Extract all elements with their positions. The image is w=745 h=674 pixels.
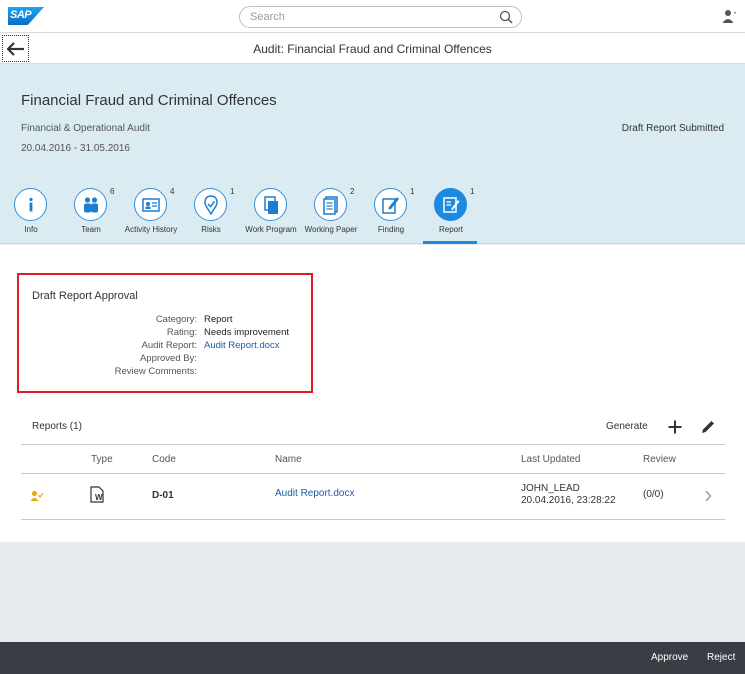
review-count: (0/0) bbox=[643, 489, 664, 500]
status-text: Draft Report Submitted bbox=[621, 123, 724, 134]
risks-icon bbox=[194, 188, 227, 221]
active-tab-indicator bbox=[423, 241, 477, 244]
field-category: Category: Report bbox=[19, 314, 309, 327]
working-paper-icon bbox=[314, 188, 347, 221]
edit-icon[interactable] bbox=[700, 419, 716, 435]
report-content: Draft Report Approval Category: Report R… bbox=[0, 245, 745, 542]
table-header: Type Code Name Last Updated Review bbox=[21, 444, 725, 474]
audit-date-range: 20.04.2016 - 31.05.2016 bbox=[21, 143, 130, 154]
field-label: Audit Report: bbox=[141, 340, 197, 351]
tab-work-program[interactable]: Work Program bbox=[240, 188, 302, 244]
report-code: D-01 bbox=[152, 490, 174, 501]
shell-bar: SAP bbox=[0, 0, 745, 33]
tab-count: 2 bbox=[350, 187, 355, 196]
field-review-comments: Review Comments: bbox=[19, 366, 309, 379]
team-icon bbox=[74, 188, 107, 221]
logo-text: SAP bbox=[10, 9, 32, 21]
field-approved-by: Approved By: bbox=[19, 353, 309, 366]
audit-report-link[interactable]: Audit Report.docx bbox=[204, 340, 280, 351]
field-audit-report: Audit Report: Audit Report.docx bbox=[19, 340, 309, 353]
page-title-bar: Audit: Financial Fraud and Criminal Offe… bbox=[0, 33, 745, 64]
column-header-code[interactable]: Code bbox=[152, 454, 176, 465]
search-box[interactable] bbox=[239, 6, 522, 28]
object-header: Financial Fraud and Criminal Offences Fi… bbox=[0, 64, 745, 244]
generate-button[interactable]: Generate bbox=[606, 421, 648, 432]
tab-count: 4 bbox=[170, 187, 175, 196]
user-approval-icon bbox=[30, 491, 44, 501]
audit-title: Financial Fraud and Criminal Offences bbox=[21, 92, 277, 109]
tab-report[interactable]: 1 Report bbox=[420, 187, 482, 244]
tab-count: 1 bbox=[230, 187, 235, 196]
column-header-last-updated[interactable]: Last Updated bbox=[521, 454, 581, 465]
field-label: Category: bbox=[155, 314, 197, 325]
tab-label: Report bbox=[438, 225, 463, 234]
user-icon[interactable] bbox=[721, 8, 737, 24]
search-input[interactable] bbox=[250, 10, 490, 24]
reject-button[interactable]: Reject bbox=[707, 652, 735, 663]
work-program-icon bbox=[254, 188, 287, 221]
tab-team[interactable]: 6 Team bbox=[60, 187, 122, 244]
tab-finding[interactable]: 1 Finding bbox=[360, 187, 422, 244]
add-icon[interactable] bbox=[667, 419, 683, 435]
word-document-icon: W bbox=[90, 486, 104, 503]
activity-history-icon bbox=[134, 188, 167, 221]
reports-title: Reports (1) bbox=[32, 421, 83, 432]
field-label: Rating: bbox=[166, 327, 197, 338]
field-label: Review Comments: bbox=[114, 366, 197, 377]
report-name-link[interactable]: Audit Report.docx bbox=[275, 488, 355, 499]
tab-count: 6 bbox=[110, 187, 115, 196]
column-header-type[interactable]: Type bbox=[91, 454, 113, 465]
finding-icon bbox=[374, 188, 407, 221]
tab-count: 1 bbox=[410, 187, 415, 196]
sap-logo[interactable]: SAP bbox=[8, 7, 44, 25]
tab-working-paper[interactable]: 2 Working Paper bbox=[300, 187, 362, 244]
footer-toolbar: Approve Reject bbox=[0, 642, 745, 674]
page-title: Audit: Financial Fraud and Criminal Offe… bbox=[253, 42, 492, 56]
updated-by: JOHN_LEAD bbox=[521, 483, 580, 494]
field-rating: Rating: Needs improvement bbox=[19, 327, 309, 340]
search-icon[interactable] bbox=[499, 10, 513, 24]
tab-count: 1 bbox=[470, 187, 475, 196]
table-row[interactable]: W D-01 Audit Report.docx JOHN_LEAD 20.04… bbox=[21, 474, 725, 520]
field-value: Report bbox=[204, 314, 233, 325]
tab-activity-history[interactable]: 4 Activity History bbox=[120, 187, 182, 244]
approval-heading: Draft Report Approval bbox=[32, 290, 138, 302]
updated-at: 20.04.2016, 23:28:22 bbox=[521, 495, 616, 506]
tab-info[interactable]: Info bbox=[0, 188, 62, 244]
approve-button[interactable]: Approve bbox=[651, 652, 688, 663]
tab-risks[interactable]: 1 Risks bbox=[180, 187, 242, 244]
svg-text:W: W bbox=[95, 493, 103, 502]
column-header-name[interactable]: Name bbox=[275, 454, 302, 465]
draft-report-approval-panel: Draft Report Approval Category: Report R… bbox=[17, 273, 313, 393]
info-icon bbox=[14, 188, 47, 221]
field-value: Needs improvement bbox=[204, 327, 290, 338]
audit-type: Financial & Operational Audit bbox=[21, 123, 150, 134]
field-label: Approved By: bbox=[139, 353, 197, 364]
column-header-review[interactable]: Review bbox=[643, 454, 676, 465]
report-icon bbox=[434, 188, 467, 221]
chevron-right-icon[interactable] bbox=[704, 490, 712, 502]
